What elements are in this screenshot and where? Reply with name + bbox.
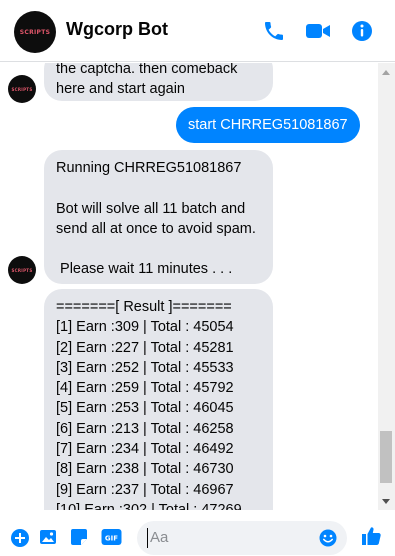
message-bubble-bot: Running CHRREG51081867 Bot will solve al… xyxy=(44,150,273,284)
scrollbar[interactable] xyxy=(378,63,395,510)
video-icon[interactable] xyxy=(305,19,331,43)
scroll-up-icon[interactable] xyxy=(382,70,390,75)
message-input[interactable]: Aa xyxy=(137,521,347,555)
scrollbar-thumb[interactable] xyxy=(380,431,392,483)
emoji-icon[interactable] xyxy=(319,529,337,547)
composer: GIF Aa xyxy=(0,512,395,556)
text-caret xyxy=(147,528,148,548)
like-icon[interactable] xyxy=(360,525,382,547)
avatar[interactable]: SCRIPTS xyxy=(8,256,36,284)
message-list[interactable]: the captcha. then comeback here and star… xyxy=(0,63,377,510)
plus-icon[interactable] xyxy=(10,528,30,548)
info-icon[interactable] xyxy=(350,19,374,43)
avatar-logo-text: SCRIPTS xyxy=(11,86,33,92)
chat-header: SCRIPTS Wgcorp Bot xyxy=(0,0,395,62)
avatar[interactable]: SCRIPTS xyxy=(8,75,36,103)
phone-icon[interactable] xyxy=(262,19,286,43)
chat-title[interactable]: Wgcorp Bot xyxy=(66,19,168,40)
avatar[interactable]: SCRIPTS xyxy=(14,11,56,53)
message-bubble-user: start CHRREG51081867 xyxy=(176,107,360,143)
message-bubble-bot: the captcha. then comeback here and star… xyxy=(44,63,273,101)
avatar-logo-text: SCRIPTS xyxy=(11,267,33,273)
gif-icon[interactable]: GIF xyxy=(101,528,122,546)
sticker-icon[interactable] xyxy=(70,528,88,546)
message-input-placeholder: Aa xyxy=(150,529,169,546)
svg-text:GIF: GIF xyxy=(105,535,118,543)
scroll-down-icon[interactable] xyxy=(382,499,390,504)
avatar-logo-text: SCRIPTS xyxy=(19,28,51,36)
image-icon[interactable] xyxy=(39,528,57,546)
message-bubble-bot: =======[ Result ]======= [1] Earn :309 |… xyxy=(44,289,273,510)
